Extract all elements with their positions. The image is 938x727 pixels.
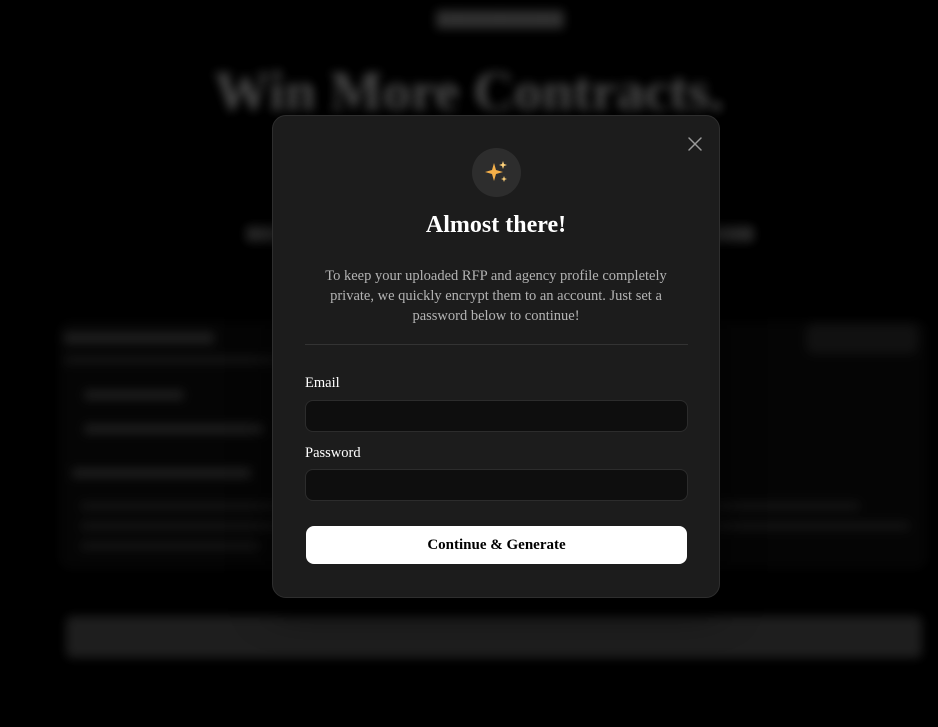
- modal-description: To keep your uploaded RFP and agency pro…: [325, 268, 667, 324]
- password-field[interactable]: [305, 469, 688, 501]
- close-icon[interactable]: [685, 134, 705, 154]
- sparkles-icon: [485, 161, 507, 182]
- divider: [305, 344, 688, 345]
- signup-modal: Almost there! To keep your uploaded RFP …: [272, 115, 720, 598]
- continue-generate-button[interactable]: Continue & Generate: [306, 526, 687, 564]
- email-field[interactable]: [305, 400, 688, 432]
- email-label: Email: [305, 375, 340, 391]
- modal-title: Almost there!: [425, 212, 567, 238]
- password-label: Password: [305, 445, 361, 461]
- sparkles-icon-badge: [472, 148, 521, 197]
